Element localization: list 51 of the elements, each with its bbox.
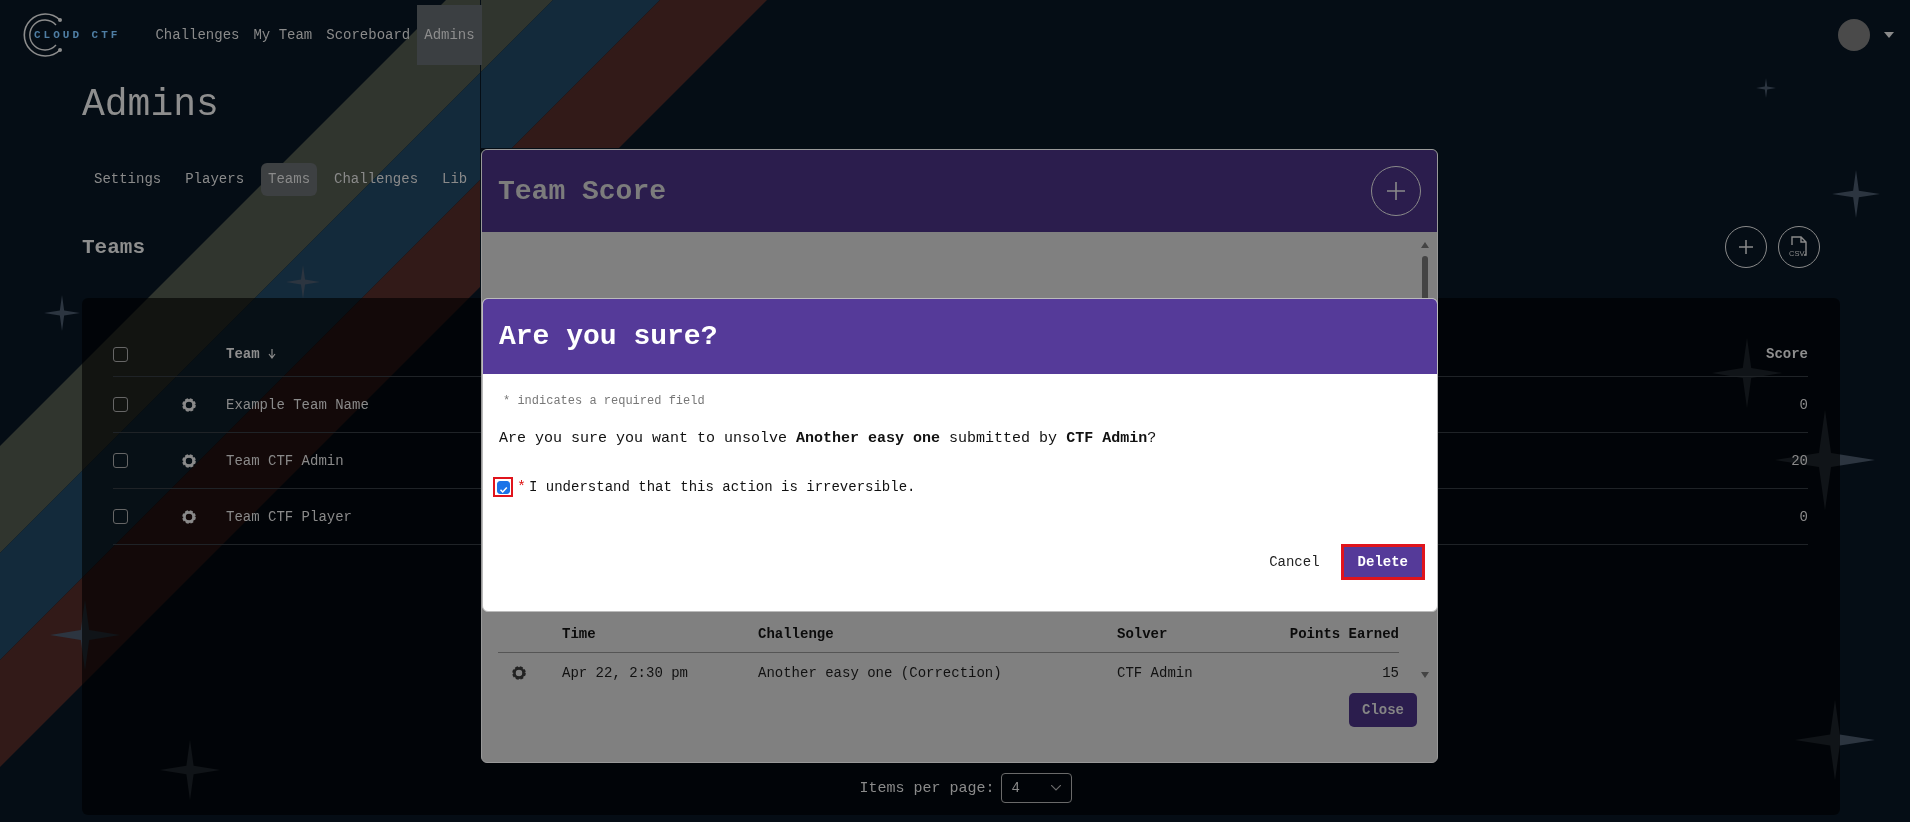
required-note: * indicates a required field bbox=[503, 394, 706, 408]
caret-icon[interactable] bbox=[1884, 32, 1894, 38]
table-cell: 0 bbox=[1799, 508, 1808, 525]
items-per-page-select[interactable]: 4 bbox=[1000, 773, 1072, 803]
table-cell-text: CTF Admin bbox=[1117, 665, 1194, 681]
required-mark: * bbox=[517, 478, 526, 496]
gear-icon[interactable] bbox=[181, 452, 197, 469]
page-title: Admins bbox=[82, 82, 219, 128]
nav-link[interactable]: My Team bbox=[246, 5, 320, 65]
column-header: Points Earned bbox=[1289, 626, 1399, 642]
table-cell: 15 bbox=[1382, 665, 1399, 681]
plus-icon bbox=[1386, 181, 1406, 201]
nav-link[interactable]: Admins bbox=[417, 5, 482, 65]
sort-arrow-icon[interactable] bbox=[267, 349, 276, 359]
section-title: Teams bbox=[82, 235, 146, 259]
add-award-button[interactable] bbox=[1371, 166, 1421, 216]
checkbox-label[interactable]: I understand that this action is irreversible. bbox=[529, 479, 916, 495]
admin-tab[interactable]: Settings bbox=[87, 163, 169, 196]
row-checkbox[interactable] bbox=[113, 397, 128, 412]
table-cell: 0 bbox=[1799, 396, 1808, 413]
modal-title: Team Score bbox=[498, 175, 668, 207]
nav-link[interactable]: Scoreboard bbox=[319, 5, 418, 65]
close-button[interactable]: Close bbox=[1349, 693, 1417, 727]
table-cell-text: Another easy one (Correction) bbox=[758, 665, 1003, 681]
column-header: Challenge bbox=[758, 626, 835, 642]
table-cell: 20 bbox=[1791, 452, 1808, 469]
items-per-page-label: Items per page: bbox=[859, 779, 995, 797]
plus-icon bbox=[1738, 239, 1754, 255]
logo-text: CLOUD CTF bbox=[34, 29, 121, 41]
select-all-checkbox[interactable] bbox=[113, 347, 128, 362]
gear-icon[interactable] bbox=[181, 508, 197, 525]
admin-tab[interactable]: Lib bbox=[435, 163, 475, 196]
gear-icon[interactable] bbox=[181, 396, 197, 413]
dialog-title: Are you sure? bbox=[499, 321, 718, 352]
chevron-down-icon bbox=[1050, 785, 1061, 791]
table-cell-text: Apr 22, 2:30 pm bbox=[562, 665, 690, 681]
acknowledge-checkbox[interactable] bbox=[493, 477, 513, 497]
column-header[interactable]: Team bbox=[226, 346, 260, 362]
nav-link[interactable]: Challenges bbox=[148, 5, 247, 65]
delete-button[interactable]: Delete bbox=[1343, 547, 1422, 577]
admin-tab[interactable]: Challenges bbox=[327, 163, 426, 196]
row-checkbox[interactable] bbox=[113, 453, 128, 468]
column-header: Solver bbox=[1117, 626, 1169, 642]
column-header: Time bbox=[562, 626, 597, 642]
admin-tab[interactable]: Players bbox=[178, 163, 252, 196]
gear-icon[interactable] bbox=[511, 665, 527, 681]
admin-tab[interactable]: Teams bbox=[261, 163, 318, 196]
cancel-button[interactable]: Cancel bbox=[1265, 547, 1324, 577]
confirm-message: Are you sure you want to unsolve Another easy one submitted by CTF Admin? bbox=[499, 430, 1158, 447]
column-header: Score bbox=[1766, 346, 1808, 362]
row-checkbox[interactable] bbox=[113, 509, 128, 524]
